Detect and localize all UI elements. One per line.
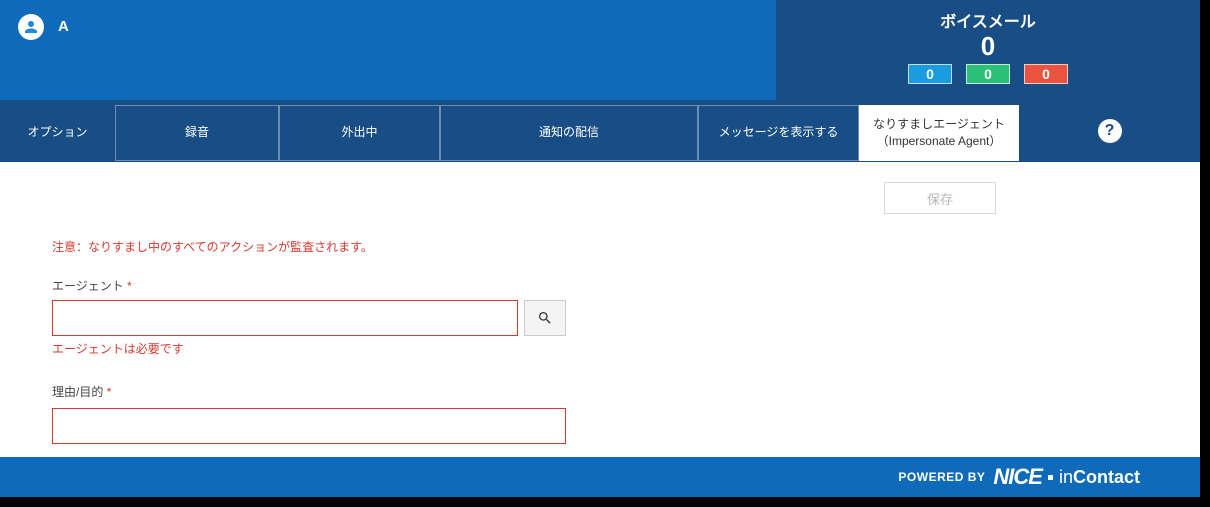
footer: POWERED BY NICE inContact <box>0 457 1200 497</box>
tab-recording[interactable]: 録音 <box>115 105 279 161</box>
nav-options-label: オプション <box>0 123 115 140</box>
reason-input[interactable] <box>52 408 566 444</box>
agent-input[interactable] <box>52 300 518 336</box>
agent-label: エージェント * <box>52 277 1148 294</box>
brand-nice: NICE <box>993 464 1042 490</box>
content: 保存 注意：なりすまし中のすべてのアクションが監査されます。 エージェント * … <box>0 162 1200 456</box>
voicemail-title: ボイスメール <box>940 8 1036 32</box>
avatar-icon[interactable] <box>18 14 44 40</box>
brand-incontact: inContact <box>1059 467 1140 488</box>
help-icon[interactable]: ? <box>1098 119 1122 143</box>
required-mark: * <box>127 279 132 293</box>
tab-show-message[interactable]: メッセージを表示する <box>698 105 859 161</box>
header-left: A <box>0 0 776 100</box>
badge-green[interactable]: 0 <box>966 64 1010 84</box>
badge-blue[interactable]: 0 <box>908 64 952 84</box>
agent-row <box>52 300 1148 336</box>
tab-away[interactable]: 外出中 <box>279 105 440 161</box>
nav-tabs: 録音 外出中 通知の配信 メッセージを表示する なりすましエージェント（Impe… <box>115 105 1019 161</box>
voicemail-badges: 0 0 0 <box>908 64 1068 84</box>
brand-in: in <box>1059 467 1073 487</box>
brand-logo: NICE inContact <box>993 464 1140 490</box>
agent-label-text: エージェント <box>52 279 124 293</box>
brand-dot-icon <box>1048 475 1053 480</box>
nav-bar: オプション 録音 外出中 通知の配信 メッセージを表示する なりすましエージェン… <box>0 100 1200 162</box>
voicemail-count: 0 <box>981 32 995 60</box>
warning-text: 注意：なりすまし中のすべてのアクションが監査されます。 <box>52 238 1148 255</box>
agent-error: エージェントは必要です <box>52 340 1148 357</box>
save-button[interactable]: 保存 <box>884 182 996 214</box>
tab-impersonate-agent[interactable]: なりすましエージェント（Impersonate Agent） <box>859 105 1019 161</box>
tab-notification-delivery[interactable]: 通知の配信 <box>440 105 698 161</box>
voicemail-panel: ボイスメール 0 0 0 0 <box>776 0 1200 100</box>
reason-label-text: 理由/目的 <box>52 385 103 399</box>
reason-label: 理由/目的 * <box>52 383 1148 400</box>
search-button[interactable] <box>524 300 566 336</box>
header: A ボイスメール 0 0 0 0 <box>0 0 1200 100</box>
badge-red[interactable]: 0 <box>1024 64 1068 84</box>
powered-by-text: POWERED BY <box>898 470 985 484</box>
search-icon <box>537 310 553 326</box>
brand-contact: Contact <box>1073 467 1140 487</box>
required-mark-2: * <box>107 385 112 399</box>
user-label: A <box>58 18 69 35</box>
